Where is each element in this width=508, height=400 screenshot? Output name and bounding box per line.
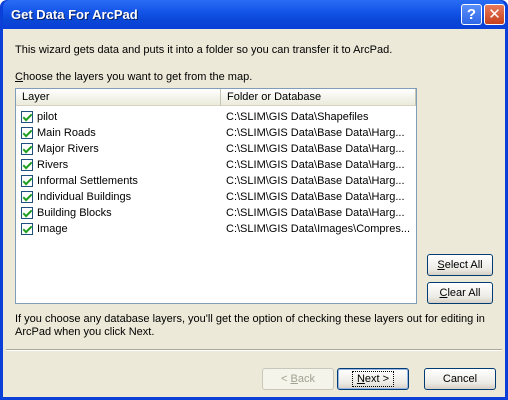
footer-note-line2: ArcPad when you click Next.	[15, 326, 155, 338]
layer-name: Major Rivers	[37, 143, 99, 155]
layer-checkbox[interactable]	[21, 207, 33, 219]
layer-name: Informal Settlements	[37, 175, 138, 187]
window-title: Get Data For ArcPad	[11, 7, 138, 22]
clear-all-button[interactable]: Clear All	[427, 282, 493, 304]
layer-checkbox[interactable]	[21, 111, 33, 123]
layer-checkbox[interactable]	[21, 175, 33, 187]
footer-note-line1: If you choose any database layers, you'l…	[15, 313, 485, 325]
layer-path: C:\SLIM\GIS Data\Base Data\Harg...	[226, 191, 405, 203]
title-bar[interactable]: Get Data For ArcPad ? ✕	[3, 0, 505, 29]
dialog-body: This wizard gets data and puts it into a…	[3, 29, 505, 397]
layer-checkbox[interactable]	[21, 143, 33, 155]
list-item[interactable]: Major Rivers C:\SLIM\GIS Data\Base Data\…	[16, 141, 416, 157]
help-icon: ?	[466, 6, 477, 23]
layer-checkbox[interactable]	[21, 159, 33, 171]
next-button[interactable]: Next >	[337, 368, 409, 390]
list-item[interactable]: Individual Buildings C:\SLIM\GIS Data\Ba…	[16, 189, 416, 205]
layer-path: C:\SLIM\GIS Data\Base Data\Harg...	[226, 143, 405, 155]
layer-path: C:\SLIM\GIS Data\Base Data\Harg...	[226, 127, 405, 139]
layer-name: Image	[37, 223, 68, 235]
list-item[interactable]: Image C:\SLIM\GIS Data\Images\Compres...	[16, 221, 416, 237]
layer-path: C:\SLIM\GIS Data\Base Data\Harg...	[226, 175, 405, 187]
choose-layers-label: Choose the layers you want to get from t…	[15, 71, 253, 83]
layer-path: C:\SLIM\GIS Data\Shapefiles	[226, 111, 369, 123]
layer-checkbox[interactable]	[21, 223, 33, 235]
intro-text: This wizard gets data and puts it into a…	[15, 44, 393, 56]
layer-checkbox[interactable]	[21, 127, 33, 139]
separator	[6, 349, 502, 351]
help-button[interactable]: ?	[461, 4, 482, 25]
close-icon: ✕	[488, 6, 501, 23]
layer-name: Building Blocks	[37, 207, 112, 219]
layer-path: C:\SLIM\GIS Data\Base Data\Harg...	[226, 207, 405, 219]
dialog-window: Get Data For ArcPad ? ✕ This wizard gets…	[0, 0, 508, 400]
list-item[interactable]: Building Blocks C:\SLIM\GIS Data\Base Da…	[16, 205, 416, 221]
layer-name: Main Roads	[37, 127, 96, 139]
list-item[interactable]: Main Roads C:\SLIM\GIS Data\Base Data\Ha…	[16, 125, 416, 141]
column-header-folder[interactable]: Folder or Database	[221, 89, 416, 106]
layer-name: Rivers	[37, 159, 69, 171]
layer-name: pilot	[37, 111, 58, 123]
layer-path: C:\SLIM\GIS Data\Images\Compres...	[226, 223, 411, 235]
list-item[interactable]: Rivers C:\SLIM\GIS Data\Base Data\Harg..…	[16, 157, 416, 173]
layer-path: C:\SLIM\GIS Data\Base Data\Harg...	[226, 159, 405, 171]
list-item[interactable]: Informal Settlements C:\SLIM\GIS Data\Ba…	[16, 173, 416, 189]
list-item[interactable]: pilot C:\SLIM\GIS Data\Shapefiles	[16, 109, 416, 125]
layer-name: Individual Buildings	[37, 191, 132, 203]
cancel-button[interactable]: Cancel	[424, 368, 496, 390]
list-header: Layer Folder or Database	[16, 89, 416, 106]
close-button[interactable]: ✕	[484, 4, 505, 25]
layers-list[interactable]: Layer Folder or Database pilot C:\SLIM\G…	[15, 88, 417, 304]
select-all-button[interactable]: Select All	[427, 254, 493, 276]
back-button[interactable]: < Back	[262, 368, 334, 390]
column-header-layer[interactable]: Layer	[16, 89, 221, 106]
layer-checkbox[interactable]	[21, 191, 33, 203]
